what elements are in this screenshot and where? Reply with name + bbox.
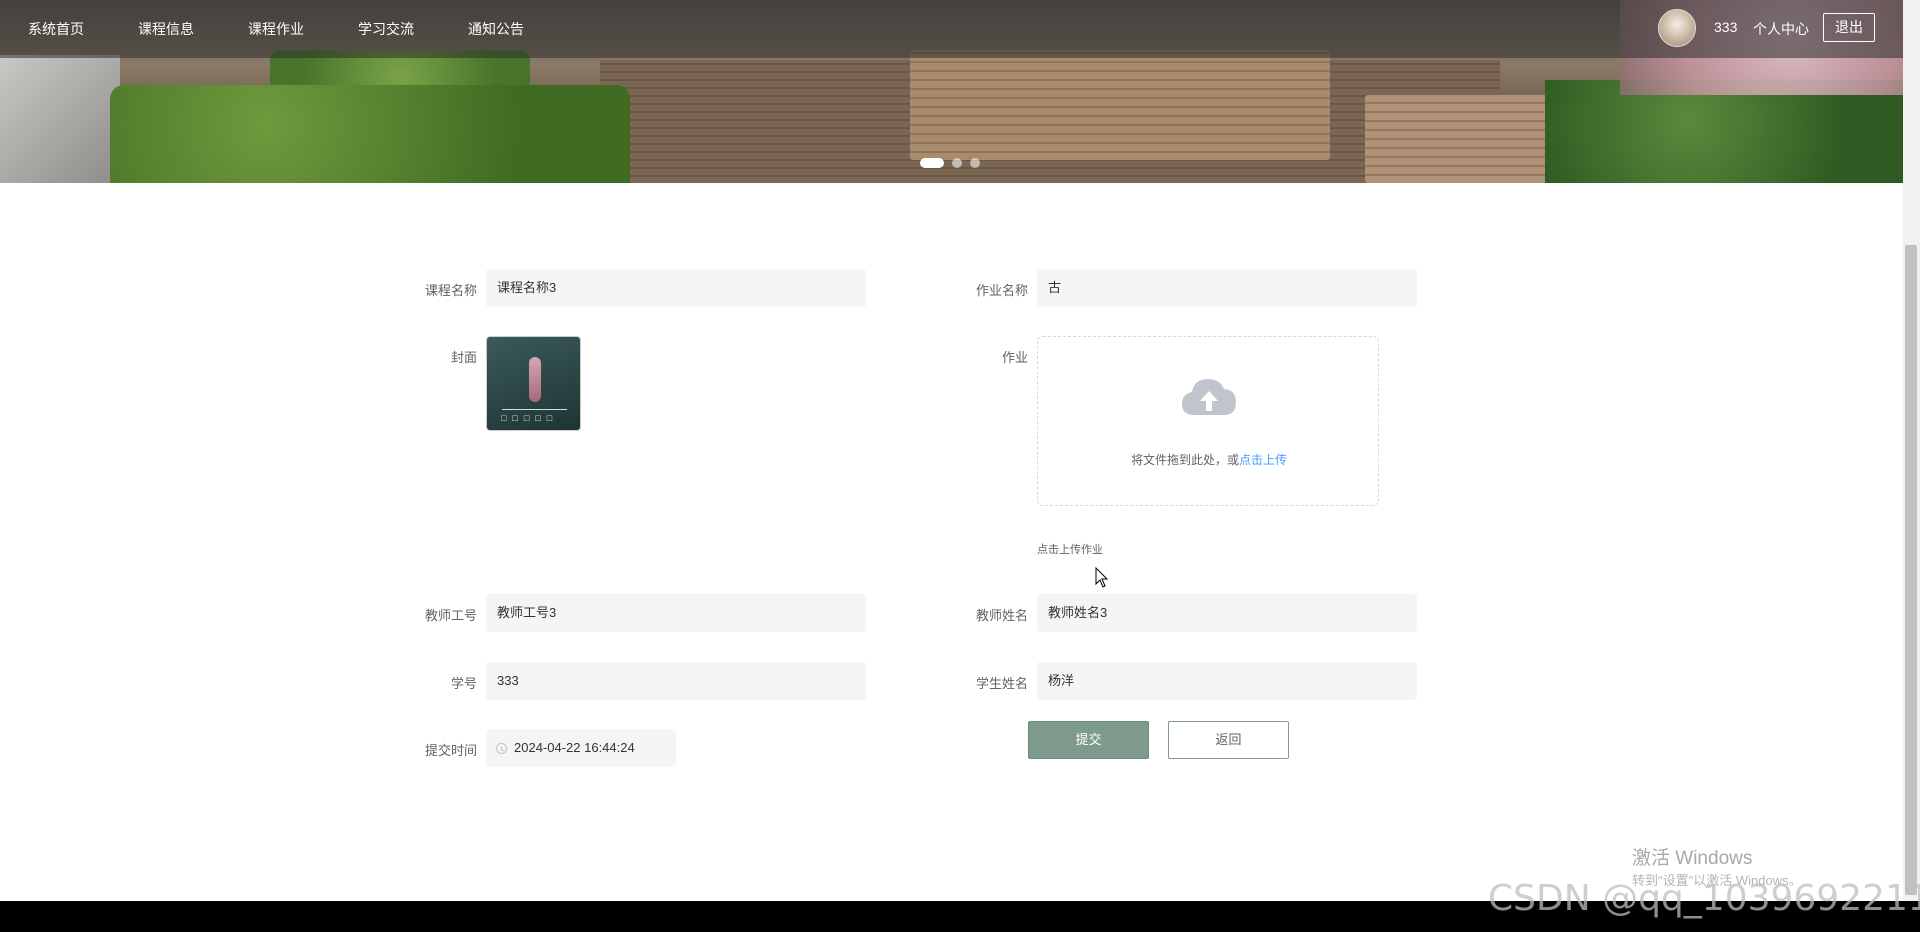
top-navigation: 系统首页 课程信息 课程作业 学习交流 通知公告 333 个人中心 退出 [0,0,1903,58]
nav-item-home[interactable]: 系统首页 [28,19,84,39]
scrollbar-thumb[interactable] [1905,245,1917,895]
nav-item-course-info[interactable]: 课程信息 [138,19,194,39]
windows-activation-title: 激活 Windows [1632,848,1753,869]
banner-image-hedge [1545,80,1903,183]
submit-time-value: 2024-04-22 16:44:24 [514,740,635,755]
cloud-upload-icon [1182,379,1236,415]
homework-label: 作业 [1001,350,1028,365]
teacher-id-field[interactable]: 教师工号3 [486,594,866,632]
upload-link[interactable]: 点击上传 [1239,453,1287,467]
upload-instructions: 将文件拖到此处，或点击上传 [1038,451,1380,468]
cover-figure [529,357,541,402]
banner-image-hedge [110,85,630,183]
carousel-dot-3[interactable] [970,158,980,168]
nav-item-notices[interactable]: 通知公告 [468,19,524,39]
carousel-dot-2[interactable] [952,158,962,168]
nav-item-discussion[interactable]: 学习交流 [358,19,414,39]
mouse-cursor-icon [1095,567,1109,588]
cover-nodes: □□□□□ [501,413,559,423]
cover-line [502,409,567,410]
homework-name-label: 作业名称 [975,283,1028,298]
student-id-field[interactable]: 333 [486,662,866,700]
cover-label: 封面 [450,350,477,365]
banner-carousel: 系统首页 课程信息 课程作业 学习交流 通知公告 333 个人中心 退出 [0,0,1903,183]
student-id-label: 学号 [450,676,477,691]
user-name: 333 [1714,19,1738,35]
homework-upload-dropzone[interactable]: 将文件拖到此处，或点击上传 [1037,336,1379,506]
upload-text: 将文件拖到此处，或 [1130,453,1239,467]
submit-time-picker[interactable]: 2024-04-22 16:44:24 [486,729,676,767]
course-name-field[interactable]: 课程名称3 [486,269,866,307]
avatar[interactable] [1658,9,1696,47]
nav-item-course-homework[interactable]: 课程作业 [248,19,304,39]
submit-button[interactable]: 提交 [1028,721,1149,759]
clock-icon [496,743,507,754]
logout-button[interactable]: 退出 [1823,13,1875,42]
teacher-name-label: 教师姓名 [975,608,1028,623]
back-button[interactable]: 返回 [1168,721,1289,759]
banner-image-bench [910,50,1330,160]
student-name-label: 学生姓名 [975,676,1028,691]
carousel-dot-1[interactable] [920,158,944,168]
banner-image-stone [0,55,120,183]
student-name-field[interactable]: 杨洋 [1037,662,1417,700]
cover-image[interactable]: □□□□□ [486,336,581,431]
csdn-watermark: CSDN @qq_1039692211 [1488,878,1920,919]
course-name-label: 课程名称 [424,283,477,298]
teacher-name-field[interactable]: 教师姓名3 [1037,594,1417,632]
upload-tip: 点击上传作业 [1037,544,1103,556]
homework-name-field[interactable]: 古 [1037,269,1417,307]
user-center-link[interactable]: 个人中心 [1753,19,1809,39]
submit-time-label: 提交时间 [424,743,477,758]
teacher-id-label: 教师工号 [424,608,477,623]
